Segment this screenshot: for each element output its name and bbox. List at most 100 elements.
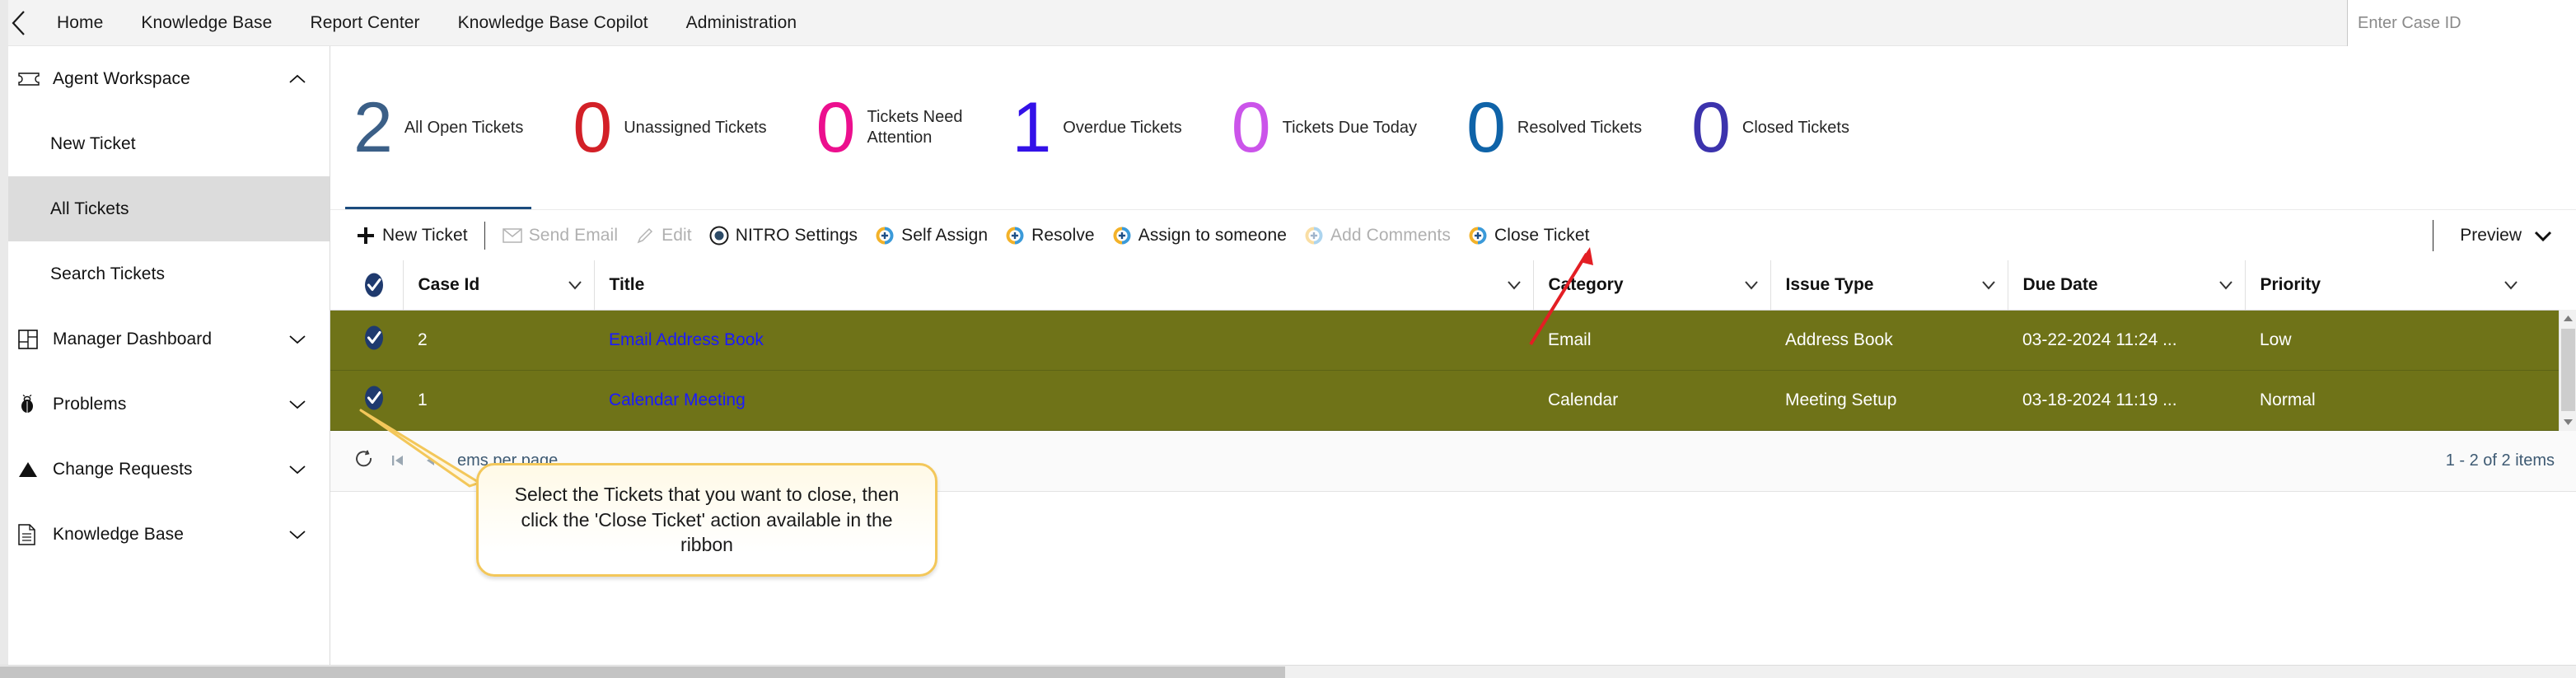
workflow-action-icon xyxy=(1303,225,1325,246)
assign-to-someone-button[interactable]: Assign to someone xyxy=(1103,217,1295,255)
preview-dropdown[interactable]: Preview xyxy=(2452,221,2561,250)
kpi-resolved-tickets[interactable]: 0 Resolved Tickets xyxy=(1458,66,1650,189)
kpi-label: All Open Tickets xyxy=(404,118,524,138)
scrollbar-thumb[interactable] xyxy=(0,666,1285,678)
kpi-value: 0 xyxy=(1466,92,1506,163)
close-ticket-button[interactable]: Close Ticket xyxy=(1459,217,1598,255)
sidebar-item-all-tickets[interactable]: All Tickets xyxy=(0,176,330,241)
kpi-label: Tickets Due Today xyxy=(1283,118,1417,138)
scroll-up-arrow-icon[interactable] xyxy=(2560,310,2576,327)
sidebar-item-problems[interactable]: Problems xyxy=(0,372,330,437)
column-header-case-id[interactable]: Case Id xyxy=(403,260,594,310)
kpi-tickets-due-today[interactable]: 0 Tickets Due Today xyxy=(1223,66,1425,189)
ribbon-divider xyxy=(484,222,485,250)
first-page-icon[interactable] xyxy=(381,444,414,477)
chevron-left-icon xyxy=(10,9,28,37)
nav-link-administration[interactable]: Administration xyxy=(667,0,816,46)
chevron-down-icon xyxy=(2533,229,2553,242)
kpi-label: Overdue Tickets xyxy=(1063,118,1182,138)
row-checkbox[interactable] xyxy=(360,324,388,352)
chevron-down-icon[interactable] xyxy=(283,399,311,410)
ticket-icon xyxy=(18,67,46,91)
chevron-up-icon[interactable] xyxy=(283,73,311,85)
ticket-title-link[interactable]: Calendar Meeting xyxy=(609,390,746,409)
nav-link-knowledge-base[interactable]: Knowledge Base xyxy=(122,0,291,46)
sidebar-item-agent-workspace[interactable]: Agent Workspace xyxy=(0,46,330,111)
cell-case-id: 1 xyxy=(403,370,594,430)
dashboard-icon xyxy=(18,327,46,352)
row-checkbox[interactable] xyxy=(360,384,388,412)
sidebar-item-manager-dashboard[interactable]: Manager Dashboard xyxy=(0,306,330,372)
table-row[interactable]: 1 Calendar Meeting Calendar Meeting Setu… xyxy=(330,370,2576,430)
resolve-button[interactable]: Resolve xyxy=(996,217,1103,255)
grid-header-row: Case Id Title xyxy=(330,260,2576,310)
cell-issue-type: Address Book xyxy=(1770,310,2008,370)
cell-due-date: 03-18-2024 11:19 ... xyxy=(2008,370,2245,430)
kpi-unassigned-tickets[interactable]: 0 Unassigned Tickets xyxy=(564,66,774,189)
chevron-down-icon[interactable] xyxy=(283,334,311,345)
kpi-overdue-tickets[interactable]: 1 Overdue Tickets xyxy=(1003,66,1190,189)
cell-case-id: 2 xyxy=(403,310,594,370)
document-icon xyxy=(18,522,46,547)
refresh-icon[interactable] xyxy=(348,444,381,477)
column-header-issue-type[interactable]: Issue Type xyxy=(1770,260,2008,310)
case-id-input[interactable] xyxy=(2348,1,2576,45)
chevron-down-icon[interactable] xyxy=(568,280,582,290)
chevron-down-icon[interactable] xyxy=(2504,280,2518,290)
new-ticket-button[interactable]: New Ticket xyxy=(347,217,476,255)
cell-priority: Normal xyxy=(2245,370,2576,430)
sidebar-item-knowledge-base[interactable]: Knowledge Base xyxy=(0,502,330,567)
left-edge-rail xyxy=(0,0,8,665)
column-header-category[interactable]: Category xyxy=(1533,260,1770,310)
tickets-grid-container: Case Id Title xyxy=(330,260,2576,431)
sidebar-item-search-tickets[interactable]: Search Tickets xyxy=(0,241,330,306)
send-email-button[interactable]: Send Email xyxy=(493,217,626,255)
column-header-priority[interactable]: Priority xyxy=(2245,260,2576,310)
column-header-due-date[interactable]: Due Date xyxy=(2008,260,2245,310)
nitro-settings-label: NITRO Settings xyxy=(736,226,858,245)
ribbon-right-group: Preview xyxy=(2424,210,2561,261)
sidebar-item-label: Search Tickets xyxy=(18,264,311,284)
kpi-value: 0 xyxy=(573,92,612,163)
items-count-label: 1 - 2 of 2 items xyxy=(2446,451,2555,470)
kpi-value: 0 xyxy=(816,92,856,163)
kpi-closed-tickets[interactable]: 0 Closed Tickets xyxy=(1683,66,1858,189)
kpi-all-open-tickets[interactable]: 2 All Open Tickets xyxy=(345,66,531,189)
chevron-down-icon[interactable] xyxy=(283,529,311,540)
sidebar-item-label: Change Requests xyxy=(53,460,283,479)
kpi-value: 0 xyxy=(1691,92,1731,163)
add-comments-button[interactable]: Add Comments xyxy=(1295,217,1459,255)
chevron-down-icon[interactable] xyxy=(1744,280,1759,290)
chevron-down-icon[interactable] xyxy=(283,464,311,475)
workflow-action-icon xyxy=(874,225,895,246)
kpi-tickets-need-attention[interactable]: 0 Tickets Need Attention xyxy=(808,66,971,189)
triangle-icon xyxy=(18,457,46,482)
nav-link-report-center[interactable]: Report Center xyxy=(291,0,438,46)
select-all-checkbox[interactable] xyxy=(360,271,388,299)
scrollbar-thumb[interactable] xyxy=(2561,329,2575,411)
column-header-title[interactable]: Title xyxy=(594,260,1533,310)
chevron-down-icon[interactable] xyxy=(1981,280,1996,290)
self-assign-button[interactable]: Self Assign xyxy=(866,217,996,255)
chevron-down-icon[interactable] xyxy=(2218,280,2233,290)
scroll-down-arrow-icon[interactable] xyxy=(2560,414,2576,431)
ticket-title-link[interactable]: Email Address Book xyxy=(609,330,764,349)
prev-page-icon[interactable] xyxy=(414,444,447,477)
page-horizontal-scrollbar[interactable] xyxy=(0,665,2576,678)
kpi-value: 1 xyxy=(1012,92,1051,163)
kpi-label: Unassigned Tickets xyxy=(624,118,766,138)
case-id-search-container xyxy=(2347,0,2576,46)
nitro-settings-button[interactable]: NITRO Settings xyxy=(700,217,866,255)
cell-category: Calendar xyxy=(1533,370,1770,430)
nav-link-home[interactable]: Home xyxy=(38,0,122,46)
sidebar-item-new-ticket[interactable]: New Ticket xyxy=(0,111,330,176)
sidebar-item-change-requests[interactable]: Change Requests xyxy=(0,437,330,502)
nav-link-knowledge-base-copilot[interactable]: Knowledge Base Copilot xyxy=(439,0,667,46)
grid-vertical-scrollbar[interactable] xyxy=(2559,310,2576,431)
add-comments-label: Add Comments xyxy=(1330,226,1451,245)
edit-button[interactable]: Edit xyxy=(626,217,700,255)
table-row[interactable]: 2 Email Address Book Email Address Book … xyxy=(330,310,2576,370)
kpi-tiles: 2 All Open Tickets 0 Unassigned Tickets … xyxy=(330,46,2576,209)
edit-label: Edit xyxy=(662,226,692,245)
chevron-down-icon[interactable] xyxy=(1507,280,1522,290)
